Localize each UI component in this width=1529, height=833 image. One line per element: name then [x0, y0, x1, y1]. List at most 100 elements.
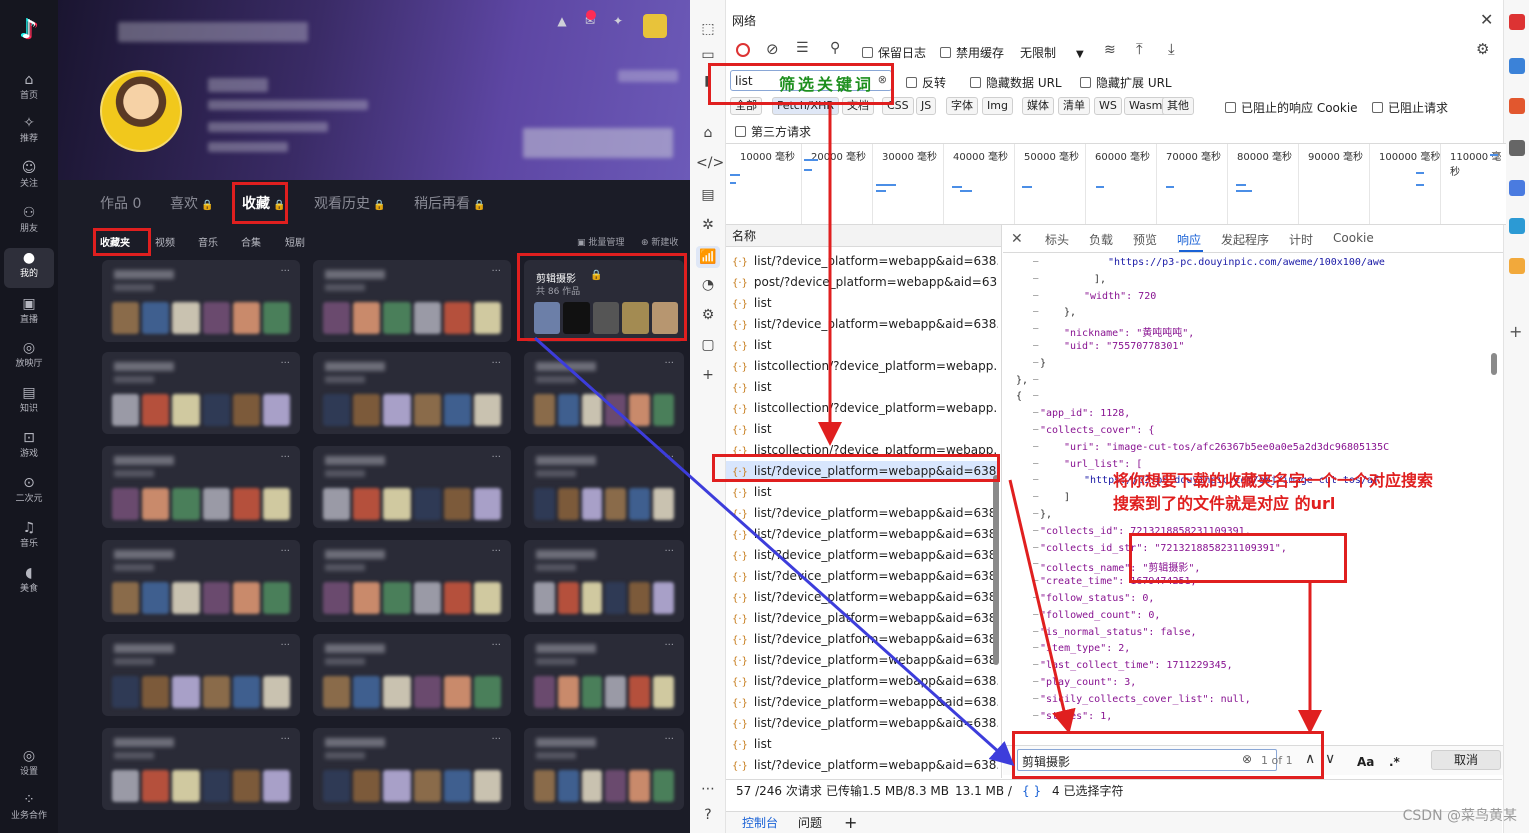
nav-item-home[interactable]: ⌂ 首页	[4, 70, 54, 110]
request-row[interactable]: {·} list	[726, 335, 998, 356]
detail-tab[interactable]: 预览	[1133, 231, 1157, 248]
request-row[interactable]: {·} list/?device_platform=webapp&aid=638.…	[726, 524, 998, 545]
nav-item-me[interactable]: ● 我的	[4, 248, 54, 288]
wifi-icon[interactable]: ≋	[1104, 42, 1116, 58]
folder-card[interactable]: ···	[102, 260, 300, 342]
request-row[interactable]: {·} list/?device_platform=webapp&aid=638.…	[726, 251, 998, 272]
request-row[interactable]: {·} list	[726, 293, 998, 314]
request-row[interactable]: {·} post/?device_platform=webapp&aid=63..…	[726, 272, 998, 293]
detail-tab[interactable]: 计时	[1289, 231, 1313, 248]
close-detail-icon[interactable]: ✕	[1011, 231, 1023, 247]
extension-icon[interactable]	[1509, 218, 1525, 234]
folder-card[interactable]: ···	[313, 446, 511, 528]
tab-issues[interactable]: 问题	[798, 812, 822, 833]
more-icon[interactable]: ···	[664, 546, 674, 557]
more-icon[interactable]: ···	[491, 546, 501, 557]
response-scrollbar[interactable]	[1491, 353, 1497, 375]
preserve-log-checkbox[interactable]: 保留日志	[862, 44, 926, 61]
type-filter-chip[interactable]: Img	[982, 97, 1013, 115]
collection-subtab[interactable]: 短剧	[285, 234, 305, 249]
nav-item-live[interactable]: ▣ 直播	[4, 294, 54, 334]
next-match-icon[interactable]: ∨	[1325, 751, 1335, 767]
request-list-scrollbar[interactable]	[993, 475, 999, 665]
nav-item-anime[interactable]: ⊙ 二次元	[4, 473, 54, 513]
folder-card[interactable]: ···	[313, 260, 511, 342]
hide-data-url-checkbox[interactable]: 隐藏数据 URL	[970, 74, 1062, 91]
request-row[interactable]: {·} list	[726, 419, 998, 440]
type-filter-chip[interactable]: JS	[916, 97, 937, 115]
request-row[interactable]: {·} list/?device_platform=webapp&aid=638.…	[726, 608, 998, 629]
collection-subtab[interactable]: 合集	[241, 234, 261, 249]
detail-tab[interactable]: 响应	[1177, 231, 1201, 248]
extension-icon[interactable]	[1509, 58, 1525, 74]
folder-card[interactable]: ···	[313, 634, 511, 716]
search-icon[interactable]: ⚲	[830, 40, 840, 56]
more-icon[interactable]: ···	[491, 452, 501, 463]
message-icon[interactable]: ✦	[609, 14, 627, 32]
request-row[interactable]: {·} list/?device_platform=webapp&aid=638.…	[726, 587, 998, 608]
folder-card[interactable]: ···	[313, 540, 511, 622]
extension-icon[interactable]	[1509, 98, 1525, 114]
folder-card[interactable]: ···	[524, 728, 684, 810]
nav-item-settings[interactable]: ◎ 设置	[4, 746, 54, 786]
more-icon[interactable]: ···	[280, 734, 290, 745]
settings-icon[interactable]: ⚙	[1476, 40, 1489, 58]
user-mini-avatar[interactable]	[643, 14, 667, 38]
match-case-toggle[interactable]: Aa	[1357, 755, 1374, 769]
nav-item-game[interactable]: ⊡ 游戏	[4, 428, 54, 468]
type-filter-chip[interactable]: 其他	[1162, 97, 1194, 115]
more-icon[interactable]: ···	[280, 640, 290, 651]
nav-item-recommend[interactable]: ✧ 推荐	[4, 113, 54, 153]
more-icon[interactable]: ···	[664, 640, 674, 651]
extension-icon[interactable]	[1509, 258, 1525, 274]
blocked-cookie-checkbox[interactable]: 已阻止的响应 Cookie	[1225, 99, 1358, 116]
profile-tab[interactable]: 观看历史 🔒	[314, 193, 385, 213]
more-icon[interactable]: ···	[664, 358, 674, 369]
blocked-request-checkbox[interactable]: 已阻止请求	[1372, 99, 1448, 116]
douyin-logo-icon[interactable]: ♪	[14, 14, 44, 46]
request-row[interactable]: {·} list/?device_platform=webapp&aid=638.…	[726, 755, 998, 776]
folder-card[interactable]: ···	[102, 728, 300, 810]
type-filter-chip[interactable]: 字体	[946, 97, 978, 115]
more-icon[interactable]: ···	[491, 640, 501, 651]
pretty-print-icon[interactable]: { }	[1022, 780, 1041, 802]
nav-item-food[interactable]: ◖ 美食	[4, 563, 54, 603]
cancel-button[interactable]: 取消	[1431, 750, 1501, 770]
more-icon[interactable]: ⋯	[696, 778, 720, 800]
name-column-header[interactable]: 名称	[726, 225, 1001, 247]
request-row[interactable]: {·} list/?device_platform=webapp&aid=638.…	[726, 650, 998, 671]
folder-card[interactable]: ···	[102, 446, 300, 528]
invert-checkbox[interactable]: 反转	[906, 74, 946, 91]
more-icon[interactable]: ···	[491, 266, 501, 277]
nav-item-friends[interactable]: ⚇ 朋友	[4, 203, 54, 243]
extension-icon[interactable]	[1509, 140, 1525, 156]
third-party-checkbox[interactable]: 第三方请求	[735, 123, 811, 140]
folder-card[interactable]: ···	[524, 540, 684, 622]
nav-item-music[interactable]: ♫ 音乐	[4, 518, 54, 558]
network-icon[interactable]: 📶	[696, 246, 720, 268]
nav-item-knowledge[interactable]: ▤ 知识	[4, 383, 54, 423]
new-folder-button[interactable]: ⊕ 新建收	[641, 235, 678, 248]
console-icon[interactable]: ▤	[696, 184, 720, 206]
more-icon[interactable]: ···	[491, 358, 501, 369]
close-icon[interactable]: ✕	[1480, 10, 1493, 29]
extension-icon[interactable]	[1509, 14, 1525, 30]
request-row[interactable]: {·} listcollection/?device_platform=webap…	[726, 398, 998, 419]
folder-card[interactable]: ···	[524, 352, 684, 434]
disable-cache-checkbox[interactable]: 禁用缓存	[940, 44, 1004, 61]
folder-card[interactable]: ···	[313, 728, 511, 810]
request-row[interactable]: {·} list/?device_platform=webapp&aid=638.…	[726, 545, 998, 566]
hide-ext-url-checkbox[interactable]: 隐藏扩展 URL	[1080, 74, 1172, 91]
profile-tab[interactable]: 作品 0	[100, 193, 141, 213]
request-row[interactable]: {·} list/?device_platform=webapp&aid=638.…	[726, 629, 998, 650]
upload-icon[interactable]: ⤒	[1136, 40, 1143, 58]
request-row[interactable]: {·} list/?device_platform=webapp&aid=638.…	[726, 671, 998, 692]
more-icon[interactable]: ···	[664, 734, 674, 745]
elements-icon[interactable]: </>	[696, 152, 724, 174]
performance-icon[interactable]: ◔	[696, 274, 720, 296]
folder-card[interactable]: ···	[102, 540, 300, 622]
request-row[interactable]: {·} list/?device_platform=webapp&aid=638.…	[726, 692, 998, 713]
folder-card[interactable]: ···	[313, 352, 511, 434]
detail-tab[interactable]: Cookie	[1333, 231, 1374, 245]
type-filter-chip[interactable]: Wasm	[1124, 97, 1168, 115]
